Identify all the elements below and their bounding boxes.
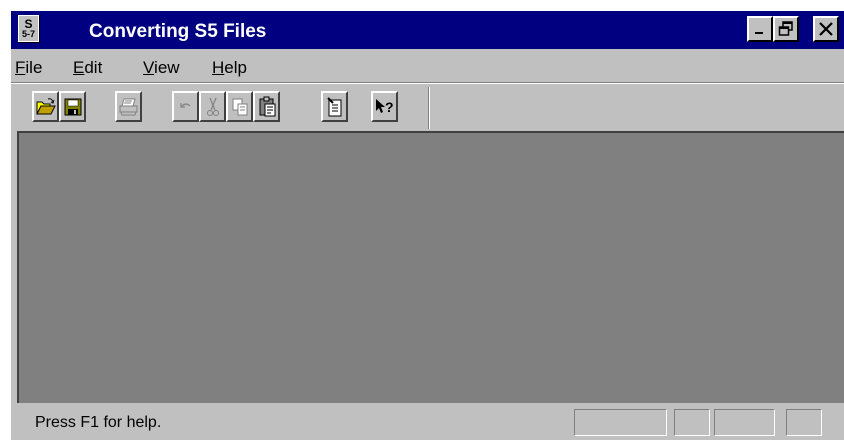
menu-bar: File Edit View Help	[11, 53, 844, 81]
status-text: Press F1 for help.	[35, 414, 162, 431]
status-pane-3	[714, 409, 775, 436]
open-button[interactable]	[32, 91, 59, 122]
copy-icon	[232, 98, 247, 115]
close-icon	[819, 22, 833, 36]
undo-button[interactable]	[172, 91, 199, 122]
print-button[interactable]	[115, 91, 142, 122]
undo-icon	[179, 102, 190, 108]
cut-button[interactable]	[199, 91, 226, 122]
title-bar[interactable]: S 5-7 Converting S5 Files	[11, 11, 844, 49]
window-title: Converting S5 Files	[89, 21, 267, 42]
paste-icon	[259, 96, 275, 116]
properties-button[interactable]	[321, 91, 348, 122]
context-help-icon: ?	[375, 98, 394, 115]
status-pane-4	[786, 409, 822, 436]
document-area[interactable]	[17, 131, 844, 403]
open-folder-icon	[35, 97, 56, 114]
toolbar-divider	[428, 87, 430, 129]
menu-edit[interactable]: Edit	[73, 58, 102, 78]
status-bar: Press F1 for help.	[11, 405, 844, 440]
copy-button[interactable]	[226, 91, 253, 122]
app-icon[interactable]: S 5-7	[18, 15, 39, 42]
save-disk-icon	[64, 98, 81, 115]
restore-button[interactable]	[773, 16, 799, 42]
application-window: S 5-7 Converting S5 Files File Edit View…	[11, 11, 844, 440]
properties-icon	[326, 96, 341, 116]
cut-icon	[206, 97, 219, 116]
print-icon	[119, 98, 137, 115]
restore-icon	[778, 21, 793, 36]
status-pane-1	[574, 409, 667, 436]
minimize-button[interactable]	[747, 16, 773, 42]
save-button[interactable]	[59, 91, 86, 122]
minimize-icon	[755, 32, 763, 34]
paste-button[interactable]	[253, 91, 280, 122]
svg-text:?: ?	[385, 99, 394, 115]
toolbar: ?	[11, 83, 844, 132]
status-pane-2	[674, 409, 710, 436]
context-help-button[interactable]: ?	[371, 91, 398, 122]
close-button[interactable]	[813, 16, 839, 42]
menu-file[interactable]: File	[15, 58, 42, 78]
menu-help[interactable]: Help	[212, 58, 247, 78]
app-icon-bottom-text: 5-7	[21, 29, 35, 39]
menu-view[interactable]: View	[143, 58, 180, 78]
